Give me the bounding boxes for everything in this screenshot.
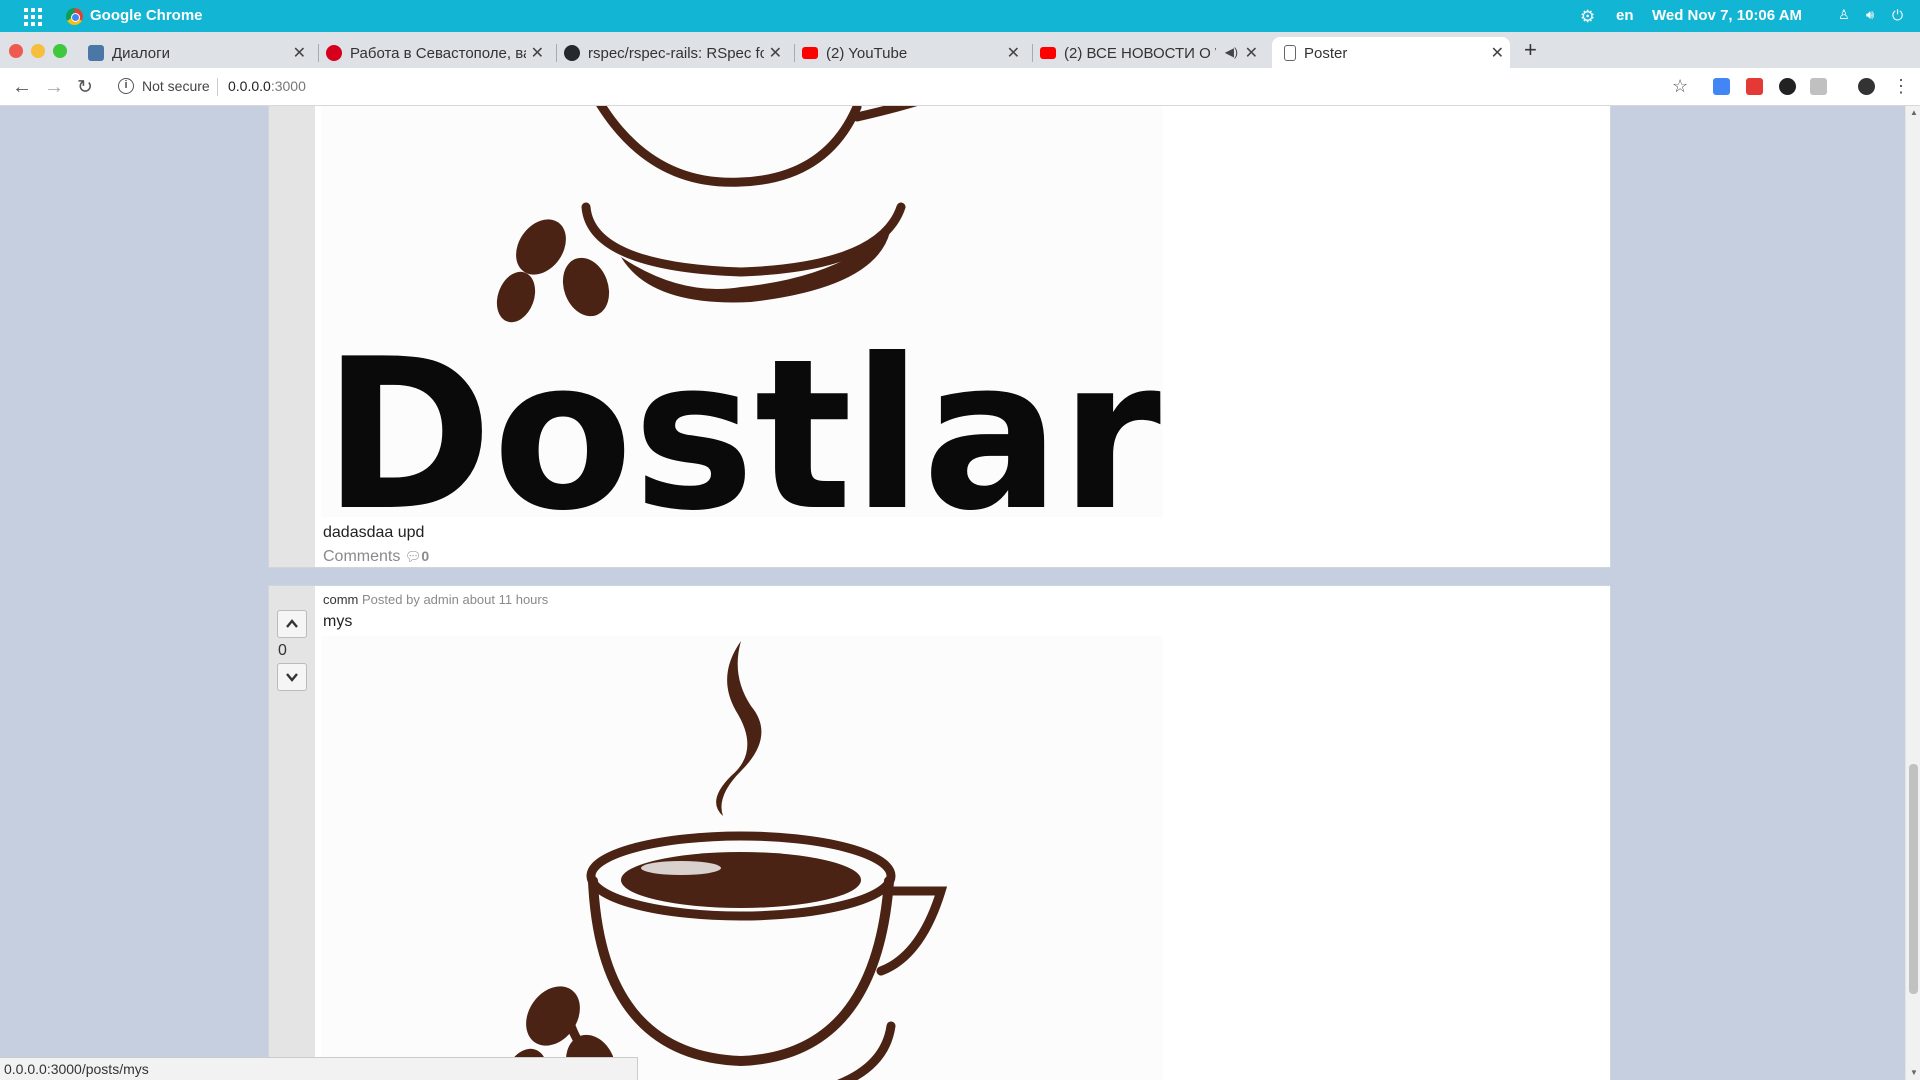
downvote-button[interactable] [277, 663, 307, 691]
app-grid-icon[interactable] [24, 8, 42, 26]
adblock-extension-icon[interactable] [1746, 78, 1763, 95]
chevron-up-icon [286, 619, 298, 628]
post-image: Dostlar [321, 106, 1163, 517]
active-app-name: Google Chrome [90, 7, 203, 24]
profile-avatar-icon[interactable] [1858, 78, 1875, 95]
system-tray: ⚙ en Wed Nov 7, 10:06 AM ♙ 🔊︎ ⏻ [1580, 0, 1920, 32]
coffee-logo-image: Dostlar [323, 106, 1161, 517]
post-card: Dostlar dadasdaa upd Comments 💬︎0 [268, 106, 1611, 568]
audio-playing-icon[interactable]: ◀︎) [1225, 45, 1238, 59]
volume-icon[interactable]: 🔊︎ [1866, 7, 1874, 23]
steam-icon [716, 641, 762, 816]
security-indicator[interactable]: Not secure [142, 78, 210, 94]
user-icon[interactable]: ♙ [1838, 7, 1850, 23]
reload-button[interactable]: ↻ [77, 76, 93, 99]
post-byline: Posted by admin about 11 hours [362, 592, 549, 607]
keyboard-layout[interactable]: en [1616, 7, 1634, 24]
tab-title: Диалоги [112, 45, 170, 62]
post-title[interactable]: dadasdaa upd [323, 524, 424, 542]
tab-title: (2) YouTube [826, 45, 908, 62]
tab-youtube[interactable]: (2) YouTube ✕ [794, 37, 1026, 68]
post-category[interactable]: comm [323, 592, 358, 607]
translate-extension-icon[interactable] [1713, 78, 1730, 95]
close-window-button[interactable] [9, 44, 23, 58]
close-icon[interactable]: ✕ [1245, 43, 1258, 63]
logo-text: Dostlar [323, 315, 1161, 517]
github-icon [564, 45, 580, 61]
close-icon[interactable]: ✕ [1491, 43, 1504, 63]
close-icon[interactable]: ✕ [1007, 43, 1020, 63]
post-meta: comm Posted by admin about 11 hours [323, 592, 548, 607]
document-icon [1284, 45, 1296, 61]
os-top-bar: Google Chrome ⚙ en Wed Nov 7, 10:06 AM ♙… [0, 0, 1920, 32]
tab-title: (2) ВСЕ НОВОСТИ О WoT [1064, 45, 1216, 62]
chrome-icon [66, 8, 83, 25]
vote-column [269, 106, 315, 567]
tab-strip: Диалоги ✕ Работа в Севастополе, вакансии… [0, 32, 1920, 68]
browser-toolbar: ← → ↻ i Not secure 0.0.0.0:3000 ☆ ⋮ [0, 68, 1920, 106]
page-scrollbar[interactable]: ▲ ▼ [1905, 106, 1920, 1080]
bookmark-star-icon[interactable]: ☆ [1672, 76, 1688, 97]
coffee-logo-image [504, 641, 948, 1080]
upvote-button[interactable] [277, 610, 307, 638]
comments-link[interactable]: Comments 💬︎0 [323, 548, 429, 566]
menu-kebab-icon[interactable]: ⋮ [1892, 76, 1910, 97]
power-icon[interactable]: ⏻ [1892, 7, 1903, 24]
comments-label: Comments [323, 548, 401, 565]
scroll-up-arrow-icon[interactable]: ▲ [1910, 108, 1918, 117]
url-port: :3000 [270, 78, 306, 94]
vote-column: 0 [269, 586, 315, 1080]
maximize-window-button[interactable] [53, 44, 67, 58]
comments-icon: 💬︎ [404, 549, 422, 564]
chevron-down-icon [286, 673, 298, 682]
tab-title: Poster [1304, 45, 1348, 62]
info-icon[interactable]: i [118, 78, 134, 94]
vote-count: 0 [278, 642, 287, 659]
page-viewport: Dostlar dadasdaa upd Comments 💬︎0 0 comm… [0, 106, 1905, 1080]
extension-icon[interactable] [1779, 78, 1796, 95]
url-host: 0.0.0.0 [228, 78, 271, 94]
tab-title: Работа в Севастополе, вакансии [350, 45, 526, 62]
post-title[interactable]: mys [323, 613, 352, 631]
youtube-icon [802, 47, 818, 59]
comments-count: 0 [421, 548, 430, 564]
settings-icon[interactable]: ⚙ [1580, 7, 1595, 27]
tab-rspec[interactable]: rspec/rspec-rails: RSpec for Rails ✕ [556, 37, 788, 68]
scroll-down-arrow-icon[interactable]: ▼ [1910, 1068, 1918, 1077]
new-tab-button[interactable]: + [1524, 37, 1537, 63]
tab-poster[interactable]: Poster ✕ [1272, 37, 1510, 68]
back-button[interactable]: ← [12, 76, 32, 99]
vk-icon [88, 45, 104, 61]
hh-icon [326, 45, 342, 61]
forward-button[interactable]: → [44, 76, 64, 99]
shield-extension-icon[interactable] [1810, 78, 1827, 95]
close-icon[interactable]: ✕ [531, 43, 544, 63]
close-icon[interactable]: ✕ [293, 43, 306, 63]
youtube-icon [1040, 47, 1056, 59]
tab-jobs[interactable]: Работа в Севастополе, вакансии ✕ [318, 37, 550, 68]
close-icon[interactable]: ✕ [769, 43, 782, 63]
post-card: 0 comm Posted by admin about 11 hours my… [268, 585, 1611, 1080]
scroll-thumb[interactable] [1909, 764, 1918, 994]
minimize-window-button[interactable] [31, 44, 45, 58]
address-bar[interactable]: 0.0.0.0:3000 [228, 78, 306, 94]
tab-dialogs[interactable]: Диалоги ✕ [80, 37, 312, 68]
clock[interactable]: Wed Nov 7, 10:06 AM [1652, 7, 1802, 24]
post-image [321, 636, 1163, 1080]
tab-title: rspec/rspec-rails: RSpec for Rails [588, 45, 764, 62]
link-status-bubble: 0.0.0.0:3000/posts/mys [0, 1057, 638, 1080]
tab-wot-news[interactable]: (2) ВСЕ НОВОСТИ О WoT ◀︎) ✕ [1032, 37, 1264, 68]
